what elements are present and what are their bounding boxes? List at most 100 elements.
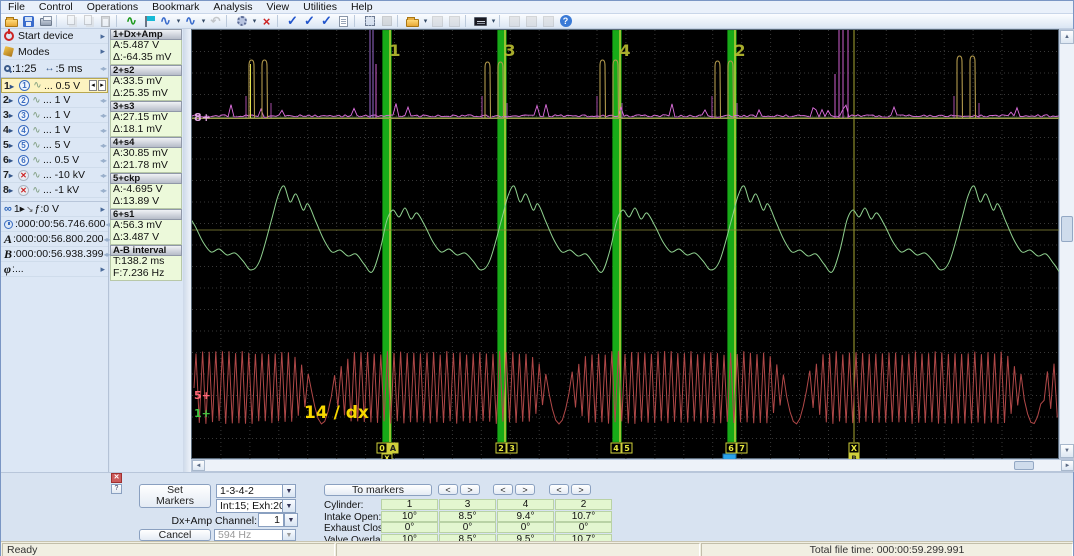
- channel-8-row[interactable]: 8▸ ✕ ∿... -1 kV ◂▸: [1, 183, 108, 198]
- spin-buttons[interactable]: ◂▸: [100, 141, 108, 150]
- display-mode-icon[interactable]: [472, 14, 489, 28]
- chevron-down-icon[interactable]: ▾: [251, 17, 258, 25]
- marker-box-label: X: [851, 444, 858, 453]
- apply-script-icon[interactable]: ✓: [318, 13, 335, 28]
- step-prev-cyl2[interactable]: <: [549, 484, 569, 495]
- scale-row[interactable]: :1:25 ↔ :5 ms ◂▸: [1, 60, 108, 78]
- spin-buttons[interactable]: ◂▸: [100, 186, 108, 195]
- cursor-a-row[interactable]: A:000:00:56.800.200 ◂▸: [1, 232, 111, 247]
- waveform-overlay-icon[interactable]: ∿: [182, 14, 199, 28]
- frequency-combo: 594 Hz ▼: [214, 529, 296, 541]
- accept-all-icon[interactable]: ✓: [301, 13, 318, 28]
- step-next-cyl2[interactable]: >: [571, 484, 591, 495]
- spin-buttons[interactable]: ◂▸: [100, 156, 108, 165]
- menu-view[interactable]: View: [260, 1, 297, 13]
- spin-buttons[interactable]: ◂▸: [100, 64, 108, 73]
- channel-7-row[interactable]: 7▸ ✕ ∿... -10 kV ◂▸: [1, 168, 108, 183]
- scroll-down-icon[interactable]: ▼: [1060, 444, 1074, 458]
- hscroll-thumb[interactable]: [1014, 461, 1034, 470]
- channel-3-row[interactable]: 3▸ 3 ∿... 1 V ◂▸: [1, 108, 108, 123]
- new-record-icon[interactable]: ∿: [123, 14, 140, 28]
- spin-buttons[interactable]: ◂▸: [100, 171, 108, 180]
- adjust-right-button[interactable]: ▸: [98, 80, 106, 91]
- chevron-right-icon[interactable]: ▸: [100, 264, 108, 275]
- menu-control[interactable]: Control: [32, 1, 80, 13]
- bookmark-icon[interactable]: [140, 14, 157, 28]
- zoom-icon: [4, 65, 11, 72]
- panel-help-button[interactable]: ?: [111, 484, 122, 494]
- channel-5-row[interactable]: 5▸ 5 ∿... 5 V ◂▸: [1, 138, 108, 153]
- oscilloscope-display[interactable]: 1 3 4 2 8+ 5+ 1+ 14 / dx 0 A X 2 3 4 5 6 7 X B: [191, 29, 1060, 460]
- scope-grid: [192, 30, 1060, 460]
- measurement-line: A:56.3 mV: [113, 219, 163, 231]
- zoom-value[interactable]: :1:25: [12, 63, 36, 75]
- channel-combo-arrow[interactable]: ▼: [284, 513, 298, 527]
- open-script-icon[interactable]: [404, 14, 421, 28]
- menu-bookmark[interactable]: Bookmark: [145, 1, 206, 13]
- frequency-value: 594 Hz: [218, 530, 252, 540]
- probe-wave-icon: ∿: [32, 139, 41, 151]
- horizontal-scrollbar[interactable]: ◄ ►: [191, 459, 1074, 472]
- spin-buttons[interactable]: ◂▸: [100, 126, 108, 135]
- channel-number: 6▸: [3, 154, 13, 166]
- chevron-down-icon[interactable]: ▾: [175, 17, 182, 25]
- status-bar: Ready Total file time: 000:00:59.299.991: [1, 541, 1073, 556]
- time-value: :000:00:56.800.200: [13, 233, 104, 245]
- help-icon[interactable]: ?: [557, 14, 574, 28]
- clear-markers-icon[interactable]: ×: [258, 14, 275, 29]
- modes-button[interactable]: Modes ▸: [1, 44, 108, 60]
- sync-row[interactable]: ∞ 1▸ ↘ ƒ:0 V ▸: [1, 201, 108, 217]
- start-device-button[interactable]: Start device ▸: [1, 29, 108, 44]
- panel-splitter[interactable]: [183, 29, 191, 472]
- waveform-view-icon[interactable]: ∿: [157, 14, 174, 28]
- record-time-row[interactable]: :000:00:56.746.600 ◂▸: [1, 217, 113, 232]
- open-file-icon[interactable]: [3, 14, 20, 28]
- select-region-icon[interactable]: [361, 14, 378, 28]
- report-icon[interactable]: [335, 14, 352, 28]
- spin-buttons[interactable]: ◂▸: [100, 96, 108, 105]
- set-markers-button[interactable]: Set Markers: [139, 484, 211, 508]
- accept-icon[interactable]: ✓: [284, 13, 301, 28]
- help-icon: ?: [559, 15, 572, 27]
- int-exh-combo[interactable]: Int:15; Exh:20 ▼: [216, 499, 296, 513]
- menu-help[interactable]: Help: [344, 1, 380, 13]
- menu-operations[interactable]: Operations: [80, 1, 145, 13]
- modes-icon: [2, 45, 15, 58]
- channel-value-box[interactable]: 1: [258, 513, 284, 527]
- to-markers-button[interactable]: To markers: [324, 484, 432, 496]
- channel-1-row[interactable]: 1▸ 1 ∿... 0.5 V ◂ ▸: [1, 78, 108, 93]
- chevron-down-icon[interactable]: ▾: [422, 17, 429, 25]
- phase-row[interactable]: φ:... ▸: [1, 262, 108, 277]
- settings-icon[interactable]: [233, 14, 250, 28]
- step-prev-cyl3[interactable]: <: [438, 484, 458, 495]
- channel-2-row[interactable]: 2▸ 2 ∿... 1 V ◂▸: [1, 93, 108, 108]
- timebase-value[interactable]: :5 ms: [55, 63, 82, 75]
- firing-order-combo[interactable]: 1-3-4-2 ▼: [216, 484, 296, 498]
- spin-buttons[interactable]: ◂▸: [100, 111, 108, 120]
- step-prev-cyl4[interactable]: <: [493, 484, 513, 495]
- menu-analysis[interactable]: Analysis: [206, 1, 259, 13]
- channel-number: 5▸: [3, 139, 13, 151]
- vscroll-thumb[interactable]: [1061, 216, 1073, 242]
- menu-file[interactable]: File: [1, 1, 32, 13]
- step-next-cyl4[interactable]: >: [515, 484, 535, 495]
- cancel-button[interactable]: Cancel: [139, 529, 211, 541]
- chevron-down-icon[interactable]: ▼: [282, 485, 295, 497]
- chevron-right-icon: ▸: [8, 111, 13, 120]
- step-next-cyl3[interactable]: >: [460, 484, 480, 495]
- chevron-down-icon[interactable]: ▼: [282, 500, 295, 512]
- print-icon[interactable]: [37, 14, 54, 28]
- chevron-down-icon[interactable]: ▾: [200, 17, 207, 25]
- channel-6-row[interactable]: 6▸ 6 ∿... 0.5 V ◂▸: [1, 153, 108, 168]
- adjust-left-button[interactable]: ◂: [89, 80, 97, 91]
- close-panel-button[interactable]: ✕: [111, 473, 122, 483]
- chevron-down-icon[interactable]: ▾: [490, 17, 497, 25]
- channel-4-row[interactable]: 4▸ 4 ∿... 1 V ◂▸: [1, 123, 108, 138]
- cursor-b-row[interactable]: B:000:00:56.938.399 ◂▸: [1, 247, 111, 262]
- menu-utilities[interactable]: Utilities: [296, 1, 344, 13]
- scroll-right-icon[interactable]: ►: [1061, 460, 1074, 471]
- scroll-left-icon[interactable]: ◄: [192, 460, 205, 471]
- vertical-scrollbar[interactable]: ▲ ▼: [1059, 29, 1074, 459]
- save-icon[interactable]: [20, 14, 37, 28]
- scroll-up-icon[interactable]: ▲: [1060, 30, 1074, 44]
